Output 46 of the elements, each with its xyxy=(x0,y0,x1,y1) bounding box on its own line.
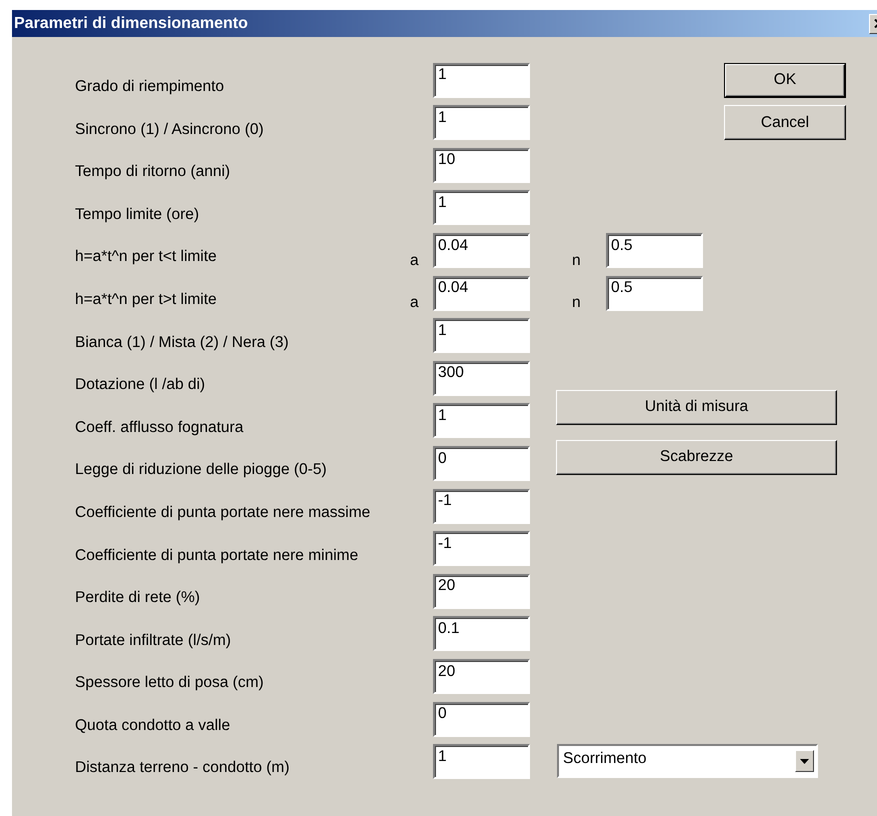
input-field[interactable]: 0.04 xyxy=(433,276,530,311)
parameter-label: n xyxy=(571,252,581,271)
cancel-button[interactable]: Cancel xyxy=(724,105,846,140)
field-label: Bianca (1) / Mista (2) / Nera (3) xyxy=(75,332,289,352)
input-field[interactable]: -1 xyxy=(433,531,530,566)
parameter-label: n xyxy=(571,294,581,314)
input-field[interactable]: 20 xyxy=(433,659,530,694)
window-title: Parametri di dimensionamento xyxy=(14,14,248,32)
field-label: Perdite di rete (%) xyxy=(75,588,200,608)
parameter-label: a xyxy=(409,294,419,314)
dropdown[interactable]: Scorrimento xyxy=(557,744,818,778)
side-button[interactable]: Scabrezze xyxy=(556,440,837,475)
input-field[interactable]: 0.04 xyxy=(433,233,530,268)
input-field[interactable]: 0.5 xyxy=(606,276,703,311)
field-label: Legge di riduzione delle piogge (0-5) xyxy=(75,460,327,480)
input-field[interactable]: 1 xyxy=(433,62,530,98)
input-field[interactable]: 1 xyxy=(433,318,530,354)
input-field[interactable]: -1 xyxy=(433,488,530,524)
field-label: h=a*t^n per t>t limite xyxy=(75,290,217,309)
field-label: Tempo di ritorno (anni) xyxy=(75,162,230,182)
field-label: Coeff. afflusso fognatura xyxy=(75,418,244,437)
input-field[interactable]: 20 xyxy=(433,574,530,609)
field-label: Coefficiente di punta portate nere massime xyxy=(75,502,370,522)
field-label: Distanza terreno - condotto (m) xyxy=(75,758,290,778)
input-field[interactable]: 1 xyxy=(433,105,530,140)
field-label: Quota condotto a valle xyxy=(75,716,230,735)
input-field[interactable]: 0.1 xyxy=(433,616,530,652)
side-button[interactable]: Unità di misura xyxy=(556,390,837,425)
input-field[interactable]: 300 xyxy=(433,360,530,396)
input-field[interactable]: 1 xyxy=(433,744,530,780)
ok-button[interactable]: OK xyxy=(724,62,846,98)
input-field[interactable]: 0 xyxy=(433,446,530,482)
parameter-label: a xyxy=(409,252,419,271)
field-label: Spessore letto di posa (cm) xyxy=(75,673,264,692)
field-label: Dotazione (l /ab di) xyxy=(75,375,206,394)
field-label: Tempo limite (ore) xyxy=(75,204,200,224)
input-field[interactable]: 0.5 xyxy=(606,233,703,268)
input-field[interactable]: 1 xyxy=(433,190,530,226)
field-label: Portate infiltrate (l/s/m) xyxy=(75,630,231,650)
input-field[interactable]: 10 xyxy=(433,148,530,183)
field-label: Grado di riempimento xyxy=(75,76,224,96)
field-label: Coefficiente di punta portate nere minime xyxy=(75,546,358,565)
field-label: h=a*t^n per t<t limite xyxy=(75,247,217,266)
input-field[interactable]: 1 xyxy=(433,403,530,438)
input-field[interactable]: 0 xyxy=(433,702,530,737)
field-label: Sincrono (1) / Asincrono (0) xyxy=(75,120,264,139)
